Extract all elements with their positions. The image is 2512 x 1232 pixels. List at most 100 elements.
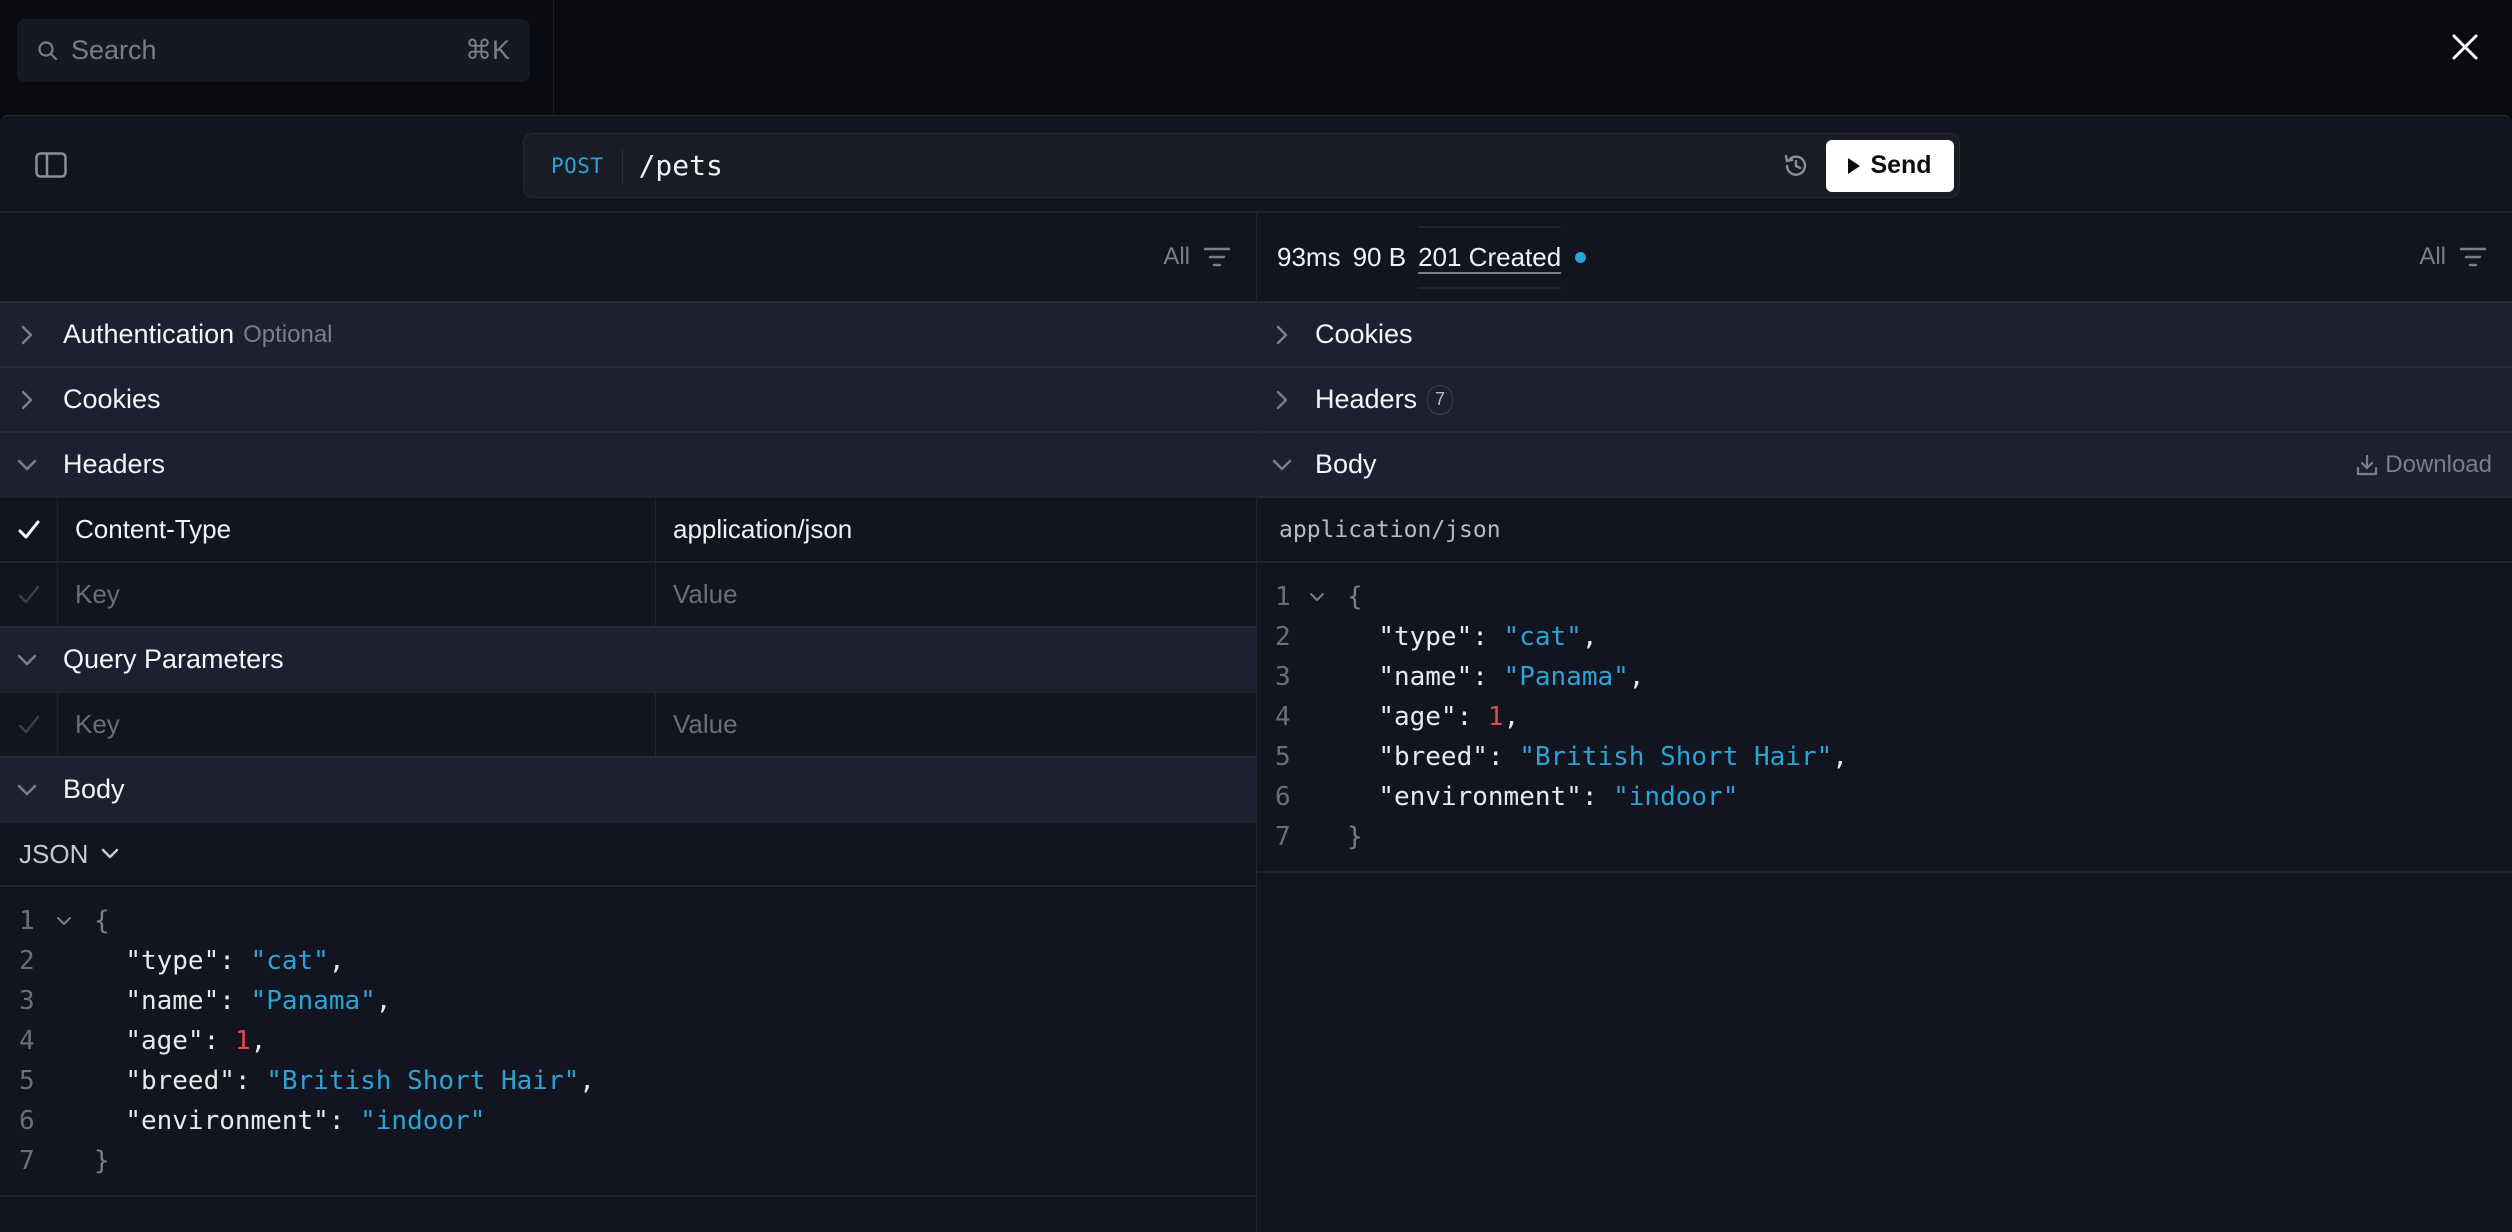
json-value: 1 — [234, 1026, 251, 1056]
section-title: Body — [1315, 449, 1377, 479]
section-title: Headers — [63, 449, 166, 479]
comma: , — [1832, 742, 1848, 772]
chevron-right-icon — [21, 325, 33, 344]
json-key: "environment" — [125, 1106, 329, 1136]
colon: : — [203, 1026, 235, 1056]
search-input[interactable]: Search ⌘K — [17, 19, 530, 82]
fold-toggle[interactable] — [56, 916, 94, 926]
search-shortcut: ⌘K — [464, 35, 510, 65]
code-line: 7} — [0, 1141, 1256, 1181]
code-line: 1{ — [1257, 577, 2512, 617]
request-filter-button[interactable]: All — [1163, 243, 1230, 271]
chevron-down-icon — [1272, 459, 1292, 470]
line-number: 5 — [19, 1066, 35, 1096]
download-icon — [2357, 454, 2378, 475]
filter-icon — [2460, 247, 2486, 267]
colon: : — [1581, 782, 1614, 812]
history-button[interactable] — [1780, 150, 1812, 182]
sidebar-toggle-button[interactable] — [35, 152, 67, 178]
json-key: "age" — [1378, 702, 1457, 732]
request-panel: POST /pets Send All Authentication Optio… — [0, 115, 2512, 1232]
response-section-body[interactable]: Body Download — [1257, 431, 2512, 496]
query-enabled-checkbox[interactable] — [0, 693, 58, 756]
send-button[interactable]: Send — [1826, 139, 1954, 192]
section-headers[interactable]: Headers — [0, 431, 1256, 496]
response-status-code[interactable]: 201 Created — [1418, 225, 1562, 289]
code-line: 5 "breed": "British Short Hair", — [0, 1061, 1256, 1101]
sidebar-toggle-icon — [35, 152, 67, 178]
line-number: 1 — [19, 906, 35, 936]
close-icon — [2452, 34, 2478, 60]
top-bar: Search ⌘K — [0, 0, 2512, 115]
colon: : — [1456, 702, 1488, 732]
response-status-bar: 93ms 90 B 201 Created All — [1257, 213, 2512, 301]
header-value-input[interactable]: Value — [656, 563, 1256, 626]
filter-icon — [1204, 247, 1230, 267]
comma: , — [579, 1066, 595, 1096]
comma: , — [1628, 662, 1645, 692]
query-value-input[interactable]: Value — [656, 693, 1256, 756]
json-key: "breed" — [1378, 742, 1488, 772]
section-body[interactable]: Body — [0, 756, 1256, 821]
comma: , — [250, 1026, 267, 1056]
http-method-selector[interactable]: POST — [524, 148, 623, 183]
query-key-input[interactable]: Key — [58, 693, 656, 756]
section-title: Body — [63, 774, 125, 804]
url-path-input[interactable]: /pets — [623, 149, 1780, 182]
code-line: 3 "name": "Panama", — [0, 981, 1256, 1021]
response-section-headers[interactable]: Headers 7 — [1257, 366, 2512, 431]
chevron-down-icon — [17, 459, 37, 470]
comma: , — [1503, 702, 1520, 732]
fold-toggle[interactable] — [1309, 592, 1347, 602]
response-filter-button[interactable]: All — [2419, 243, 2486, 271]
line-number: 6 — [19, 1106, 35, 1136]
section-title: Headers — [1315, 384, 1418, 414]
code-line: 6 "environment": "indoor" — [1257, 777, 2512, 817]
header-enabled-checkbox[interactable] — [0, 498, 58, 561]
response-size: 90 B — [1352, 241, 1407, 272]
brace-open: { — [1347, 582, 1363, 612]
chevron-right-icon — [1276, 390, 1288, 409]
request-filter-label: All — [1163, 243, 1190, 270]
download-button[interactable]: Download — [2355, 451, 2492, 479]
section-query-parameters[interactable]: Query Parameters — [0, 626, 1256, 691]
json-key: "name" — [1378, 662, 1473, 692]
json-key: "type" — [1378, 622, 1473, 652]
section-authentication[interactable]: Authentication Optional — [0, 301, 1256, 366]
response-section-cookies[interactable]: Cookies — [1257, 301, 2512, 366]
chevron-down-icon — [102, 848, 119, 859]
line-number: 4 — [1275, 702, 1291, 732]
close-button[interactable] — [2448, 30, 2482, 64]
section-title: Authentication — [63, 319, 235, 349]
play-icon — [1848, 157, 1861, 174]
code-line: 5 "breed": "British Short Hair", — [1257, 737, 2512, 777]
body-type-select[interactable]: JSON — [0, 821, 1256, 885]
line-number: 1 — [1275, 582, 1291, 612]
json-value: "cat" — [1503, 622, 1582, 652]
response-content-type: application/json — [1257, 496, 2512, 561]
code-line: 1{ — [0, 901, 1256, 941]
json-key: "name" — [125, 986, 220, 1016]
line-number: 3 — [1275, 662, 1291, 692]
header-enabled-checkbox[interactable] — [0, 563, 58, 626]
check-icon — [18, 585, 39, 603]
request-toolbar: POST /pets Send — [0, 116, 2512, 213]
download-label: Download — [2385, 450, 2492, 478]
json-value: "indoor" — [1613, 782, 1739, 812]
check-icon — [18, 520, 39, 538]
request-body-editor[interactable]: 1{2 "type": "cat", 3 "name": "Panama", 4 "… — [0, 885, 1256, 1197]
section-cookies[interactable]: Cookies — [0, 366, 1256, 431]
brace-close: } — [1347, 822, 1363, 852]
send-label: Send — [1870, 151, 1932, 179]
brace-close: } — [94, 1146, 110, 1176]
header-value-input[interactable]: application/json — [656, 498, 1256, 561]
header-key-input[interactable]: Content-Type — [58, 498, 656, 561]
header-key-input[interactable]: Key — [58, 563, 656, 626]
json-value: "indoor" — [360, 1106, 486, 1136]
fold-chevron-icon — [57, 917, 71, 925]
search-icon — [37, 40, 59, 62]
